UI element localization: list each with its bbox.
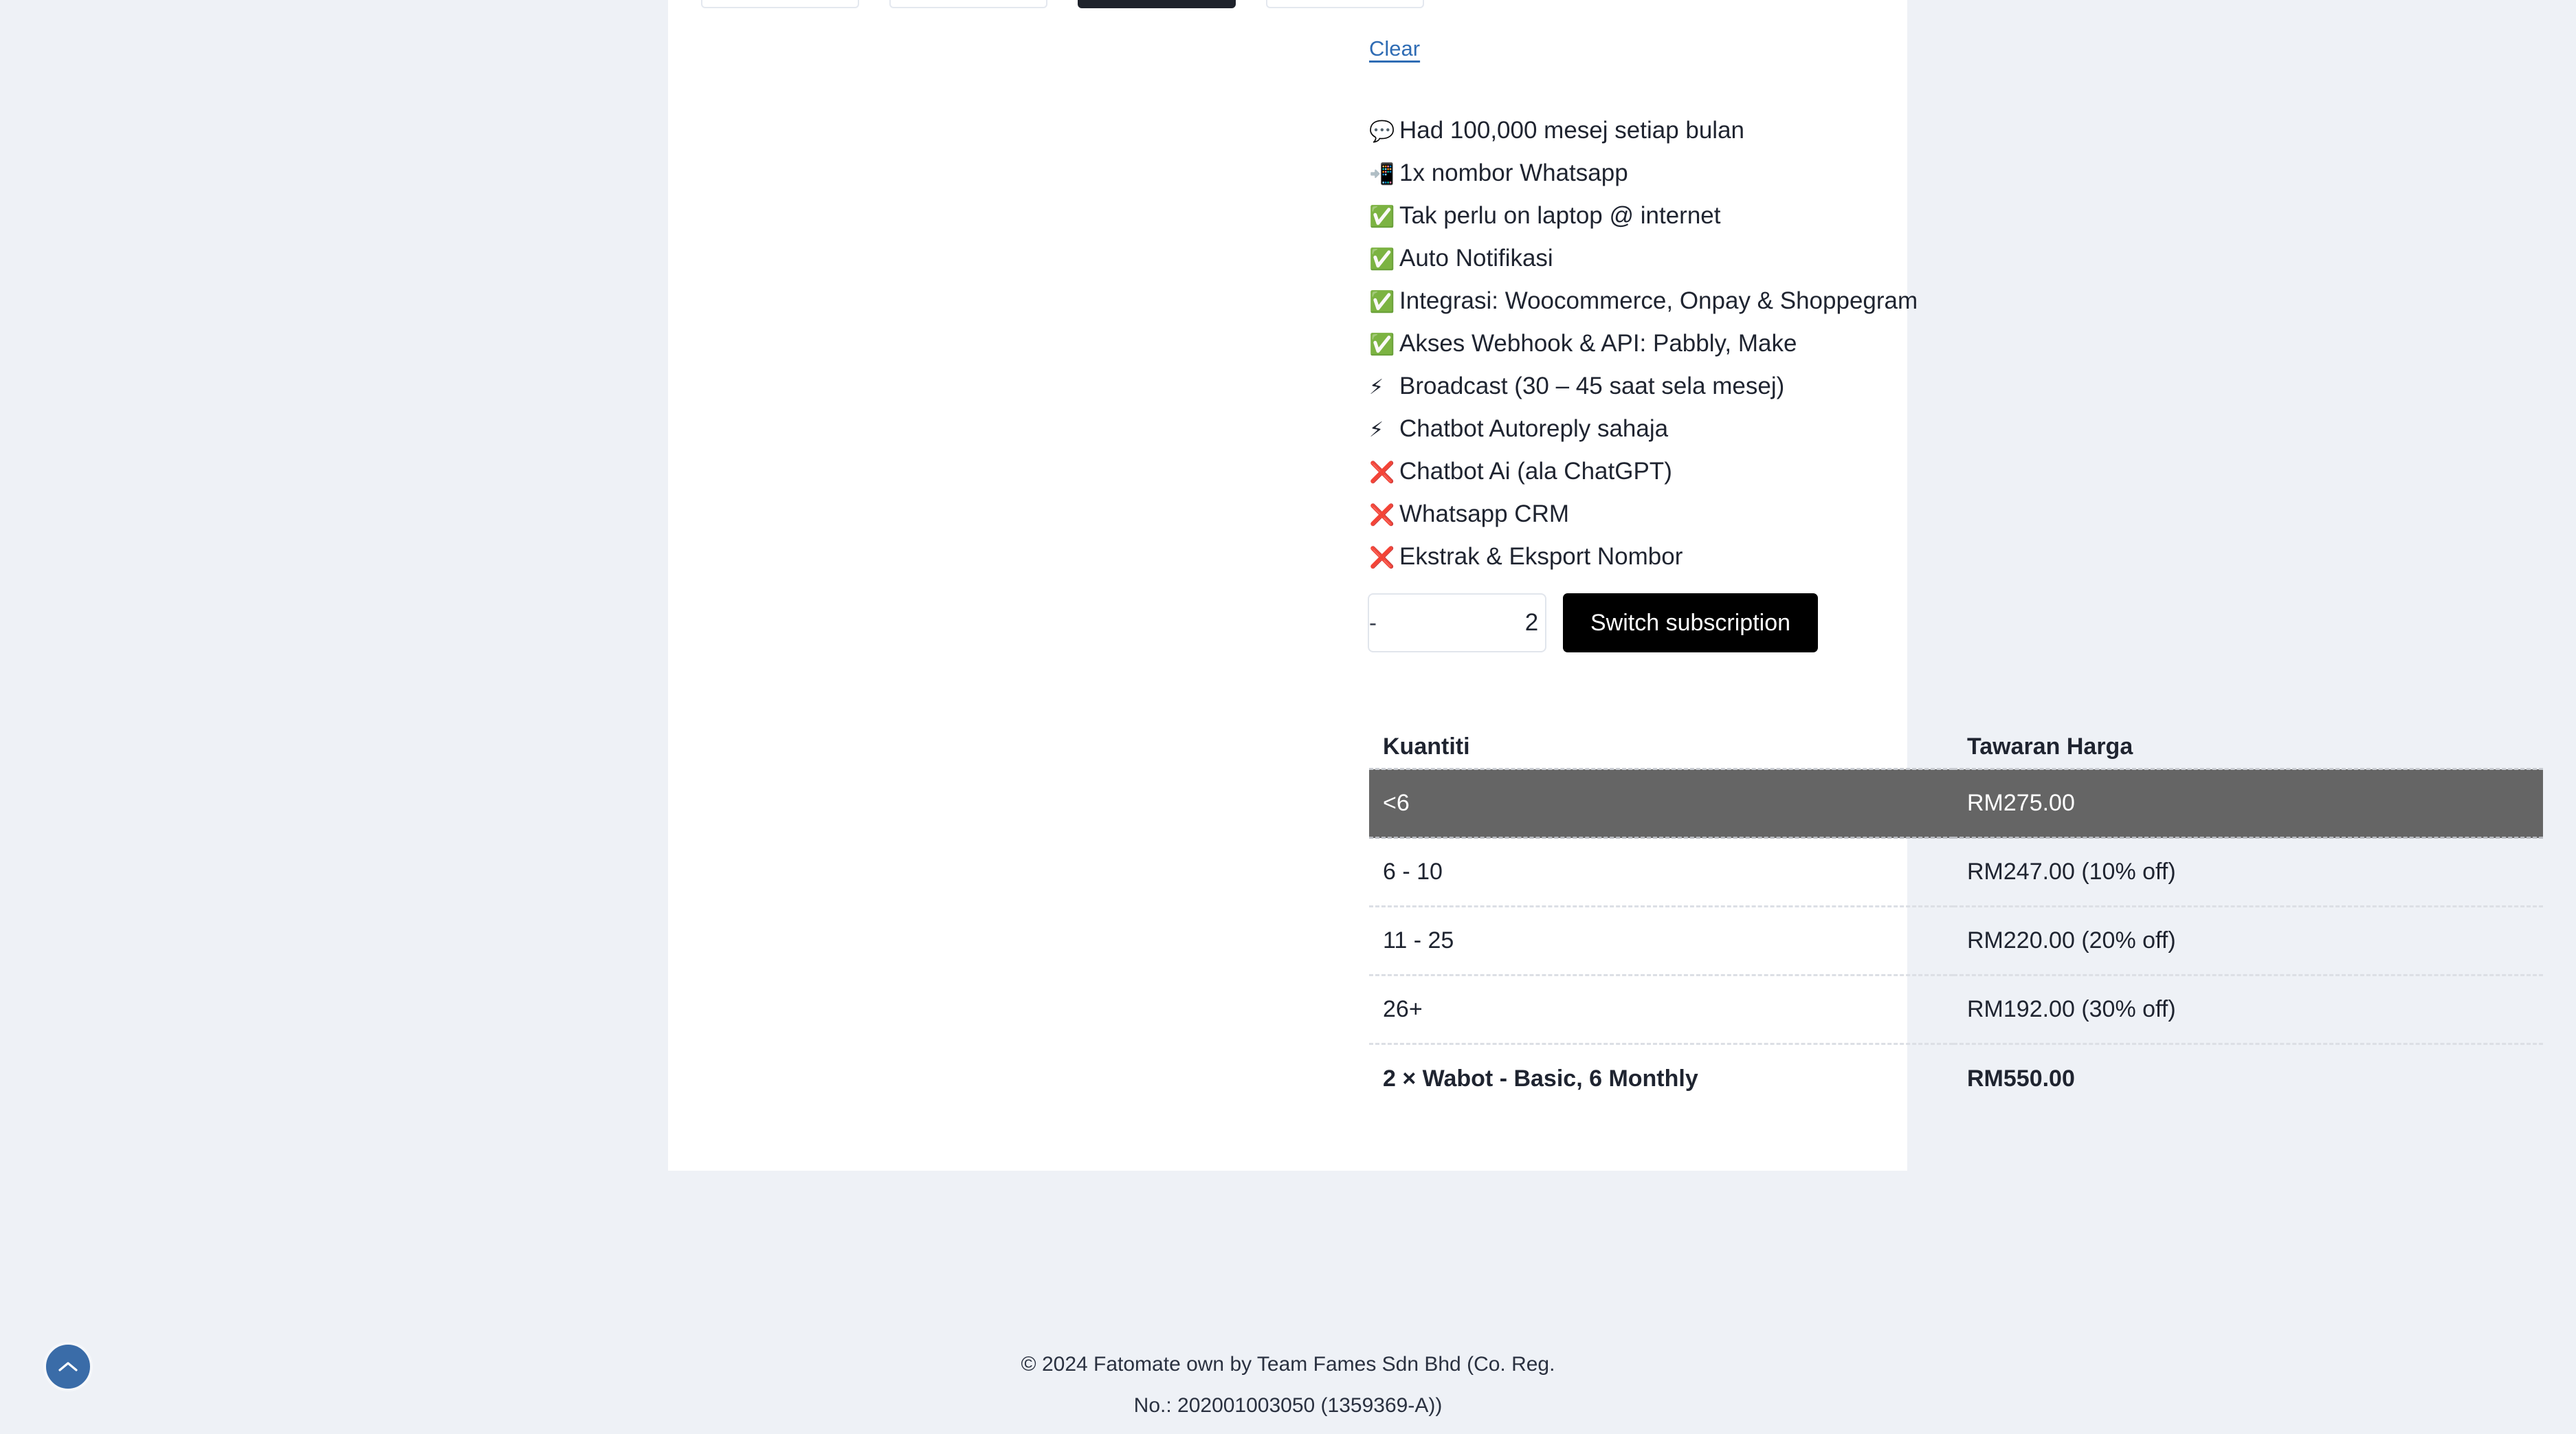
variation-options	[701, 0, 1424, 8]
copyright-line-1: © 2024 Fatomate own by Team Fames Sdn Bh…	[1021, 1353, 1555, 1376]
clear-variation-link[interactable]: Clear	[1369, 38, 1420, 59]
feature-text: Chatbot Ai (ala ChatGPT)	[1399, 458, 1672, 485]
cell-price: RM220.00 (20% off)	[1953, 905, 2543, 975]
feature-text: Auto Notifikasi	[1399, 245, 1553, 272]
table-row[interactable]: 11 - 25 RM220.00 (20% off)	[1369, 905, 2543, 975]
feature-text: Akses Webhook & API: Pabbly, Make	[1399, 330, 1797, 357]
cell-price: RM192.00 (30% off)	[1953, 974, 2543, 1044]
feature-item: ⚡ Broadcast (30 – 45 saat sela mesej)	[1369, 366, 2538, 408]
scroll-to-top-button[interactable]	[43, 1342, 93, 1391]
feature-item: 💬 Had 100,000 mesej setiap bulan	[1369, 110, 2538, 153]
feature-item: ✅ Auto Notifikasi	[1369, 238, 2538, 280]
quantity-decrement-button[interactable]: -	[1369, 610, 1377, 636]
feature-item: ❌ Whatsapp CRM	[1369, 494, 2538, 536]
table-row[interactable]: 26+ RM192.00 (30% off)	[1369, 974, 2543, 1044]
feature-text: Tak perlu on laptop @ internet	[1399, 202, 1721, 229]
check-mark-button-icon: ✅	[1369, 290, 1395, 314]
cross-mark-icon: ❌	[1369, 461, 1395, 485]
cell-price: RM247.00 (10% off)	[1967, 859, 2176, 885]
cell-price: RM275.00	[1953, 768, 2543, 839]
cell-quantity: 11 - 25	[1369, 905, 1953, 975]
mobile-phone-arrow-icon: 📲	[1369, 162, 1395, 186]
variation-option-1[interactable]	[701, 0, 859, 8]
table-row[interactable]: <6 RM275.00	[1369, 768, 2543, 839]
table-row-total: 2 × Wabot - Basic, 6 Monthly RM550.00	[1369, 1043, 2543, 1113]
feature-item: ✅ Akses Webhook & API: Pabbly, Make	[1369, 323, 2538, 366]
cell-quantity: 26+	[1369, 974, 1953, 1044]
check-mark-button-icon: ✅	[1369, 247, 1395, 272]
feature-item: 📲 1x nombor Whatsapp	[1369, 153, 2538, 195]
cross-mark-icon: ❌	[1369, 503, 1395, 527]
feature-text: Chatbot Autoreply sahaja	[1399, 415, 1669, 442]
chevron-up-icon	[58, 1360, 78, 1373]
pricing-table: Kuantiti Tawaran Harga <6 RM275.00 6 - 1…	[1369, 725, 2543, 1113]
feature-item: ✅ Integrasi: Woocommerce, Onpay & Shoppe…	[1369, 280, 2538, 323]
feature-item: ❌ Chatbot Ai (ala ChatGPT)	[1369, 451, 2538, 494]
feature-text: Ekstrak & Eksport Nombor	[1399, 543, 1683, 570]
speech-balloon-icon: 💬	[1369, 120, 1395, 144]
switch-subscription-button[interactable]: Switch subscription	[1563, 593, 1819, 652]
feature-text: Whatsapp CRM	[1399, 500, 1570, 527]
feature-item: ⚡ Chatbot Autoreply sahaja	[1369, 408, 2538, 451]
feature-item: ✅ Tak perlu on laptop @ internet	[1369, 195, 2538, 238]
cell-quantity: 6 - 10	[1383, 859, 1443, 885]
variation-option-3-selected[interactable]	[1078, 0, 1236, 8]
high-voltage-icon: ⚡	[1369, 375, 1384, 399]
cell-total-label: 2 × Wabot - Basic, 6 Monthly	[1369, 1043, 1953, 1113]
pricing-table-body: <6 RM275.00 6 - 10 RM247.00 (10% off) 11…	[1369, 768, 2543, 1113]
check-mark-button-icon: ✅	[1369, 205, 1395, 229]
site-footer: © 2024 Fatomate own by Team Fames Sdn Bh…	[0, 1344, 2576, 1426]
pricing-table-head: Kuantiti Tawaran Harga	[1369, 725, 2543, 769]
table-row[interactable]: 6 - 10 RM247.00 (10% off)	[1369, 838, 2543, 907]
feature-list: 💬 Had 100,000 mesej setiap bulan 📲 1x no…	[1369, 110, 2538, 579]
product-card: Clear 💬 Had 100,000 mesej setiap bulan 📲…	[668, 0, 2543, 1171]
feature-text: Integrasi: Woocommerce, Onpay & Shoppegr…	[1399, 287, 1918, 314]
high-voltage-icon: ⚡	[1369, 418, 1384, 442]
column-header-price: Tawaran Harga	[1967, 733, 2133, 760]
cell-quantity: <6	[1369, 768, 1953, 839]
cross-mark-icon: ❌	[1369, 546, 1395, 570]
feature-text: 1x nombor Whatsapp	[1399, 159, 1628, 186]
feature-item: ❌ Ekstrak & Eksport Nombor	[1369, 536, 2538, 579]
table-header-row: Kuantiti Tawaran Harga	[1369, 725, 2543, 769]
cell-total-amount: RM550.00	[1953, 1043, 2543, 1113]
quantity-stepper[interactable]: - +	[1368, 593, 1700, 652]
feature-text: Broadcast (30 – 45 saat sela mesej)	[1399, 373, 1785, 399]
purchase-controls: - + Switch subscription	[1368, 593, 1819, 652]
variation-option-4[interactable]	[1266, 0, 1424, 8]
variation-option-2[interactable]	[889, 0, 1047, 8]
check-mark-button-icon: ✅	[1369, 333, 1395, 357]
copyright-line-2: No.: 202001003050 (1359369-A))	[1133, 1394, 1443, 1417]
feature-text: Had 100,000 mesej setiap bulan	[1399, 117, 1745, 144]
column-header-quantity: Kuantiti	[1383, 733, 1470, 760]
